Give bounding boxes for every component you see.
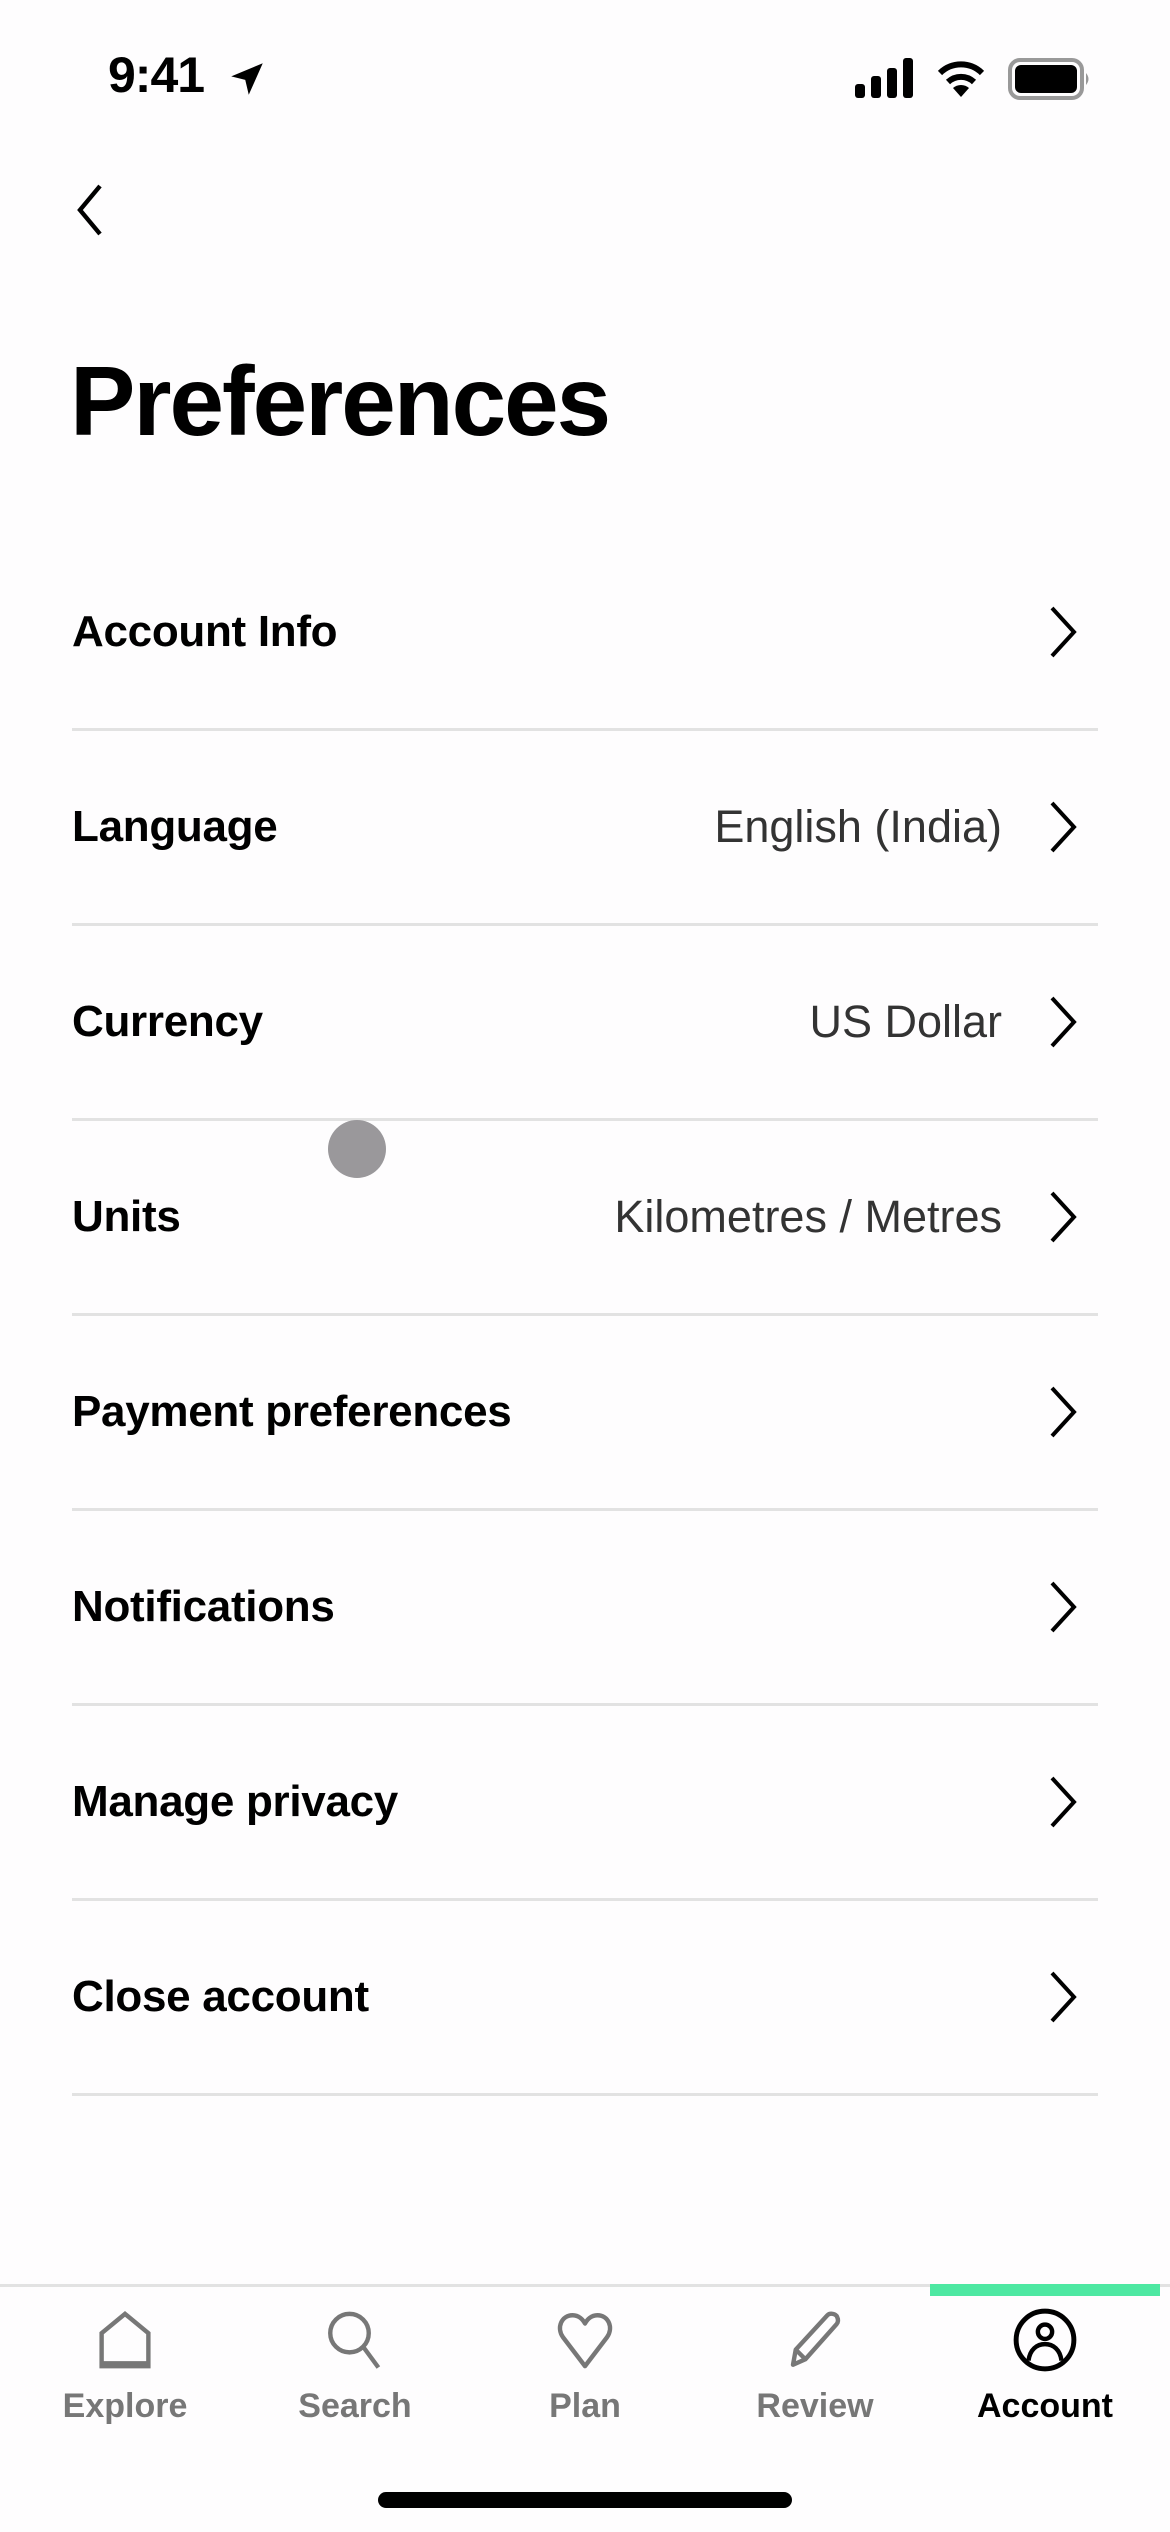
user-circle-icon [1013, 2308, 1077, 2372]
chevron-right-icon [1050, 1581, 1077, 1633]
tab-label: Review [756, 2387, 874, 2425]
chevron-right-icon [1050, 1386, 1077, 1438]
tab-label: Search [298, 2387, 412, 2425]
chevron-right-icon [1050, 1191, 1077, 1243]
chevron-left-icon [77, 184, 102, 236]
battery-icon [1008, 58, 1089, 100]
wifi-icon [937, 61, 985, 97]
chevron-right-icon [1050, 606, 1077, 658]
menu-item-label: Account Info [72, 607, 338, 656]
menu-item-label: Language [72, 802, 278, 851]
active-tab-indicator [930, 2284, 1160, 2296]
touch-indicator [328, 1120, 386, 1178]
menu-item-label: Notifications [72, 1582, 335, 1631]
status-time: 9:41 [108, 47, 205, 103]
page-title: Preferences [70, 346, 611, 456]
menu-item-manage-privacy[interactable]: Manage privacy [72, 1706, 1098, 1901]
tab-explore[interactable]: Explore [10, 2307, 240, 2457]
chevron-right-icon [1050, 1971, 1077, 2023]
home-icon [99, 2311, 151, 2369]
chevron-right-icon [1050, 996, 1077, 1048]
tab-label: Explore [62, 2387, 188, 2425]
pencil-icon [790, 2311, 841, 2367]
status-bar: 9:41 [0, 0, 1170, 150]
menu-item-language[interactable]: Language English (India) [72, 731, 1098, 926]
preferences-list: Account Info Language English (India) Cu… [72, 536, 1098, 2096]
menu-item-units[interactable]: Units Kilometres / Metres [72, 1121, 1098, 1316]
chevron-right-icon [1050, 801, 1077, 853]
menu-item-notifications[interactable]: Notifications [72, 1511, 1098, 1706]
back-button[interactable] [60, 175, 120, 245]
menu-item-label: Close account [72, 1972, 369, 2021]
menu-item-value: English (India) [714, 801, 1002, 852]
tab-account[interactable]: Account [930, 2307, 1160, 2457]
menu-item-label: Manage privacy [72, 1777, 398, 1826]
menu-item-currency[interactable]: Currency US Dollar [72, 926, 1098, 1121]
menu-item-close-account[interactable]: Close account [72, 1901, 1098, 2096]
menu-item-label: Units [72, 1192, 181, 1241]
home-indicator[interactable] [378, 2492, 792, 2508]
tab-label: Plan [549, 2387, 621, 2425]
menu-item-value: Kilometres / Metres [614, 1191, 1002, 1242]
tab-label: Account [977, 2387, 1113, 2425]
heart-icon [557, 2313, 613, 2369]
menu-item-payment-preferences[interactable]: Payment preferences [72, 1316, 1098, 1511]
tab-review[interactable]: Review [700, 2307, 930, 2457]
menu-item-value: US Dollar [809, 996, 1002, 1047]
chevron-right-icon [1050, 1776, 1077, 1828]
menu-item-label: Payment preferences [72, 1387, 512, 1436]
location-arrow-icon [231, 63, 263, 95]
search-icon [328, 2311, 381, 2369]
tab-plan[interactable]: Plan [470, 2307, 700, 2457]
menu-item-label: Currency [72, 997, 263, 1046]
cellular-signal-icon [855, 58, 913, 98]
menu-item-account-info[interactable]: Account Info [72, 536, 1098, 731]
tab-search[interactable]: Search [240, 2307, 470, 2457]
